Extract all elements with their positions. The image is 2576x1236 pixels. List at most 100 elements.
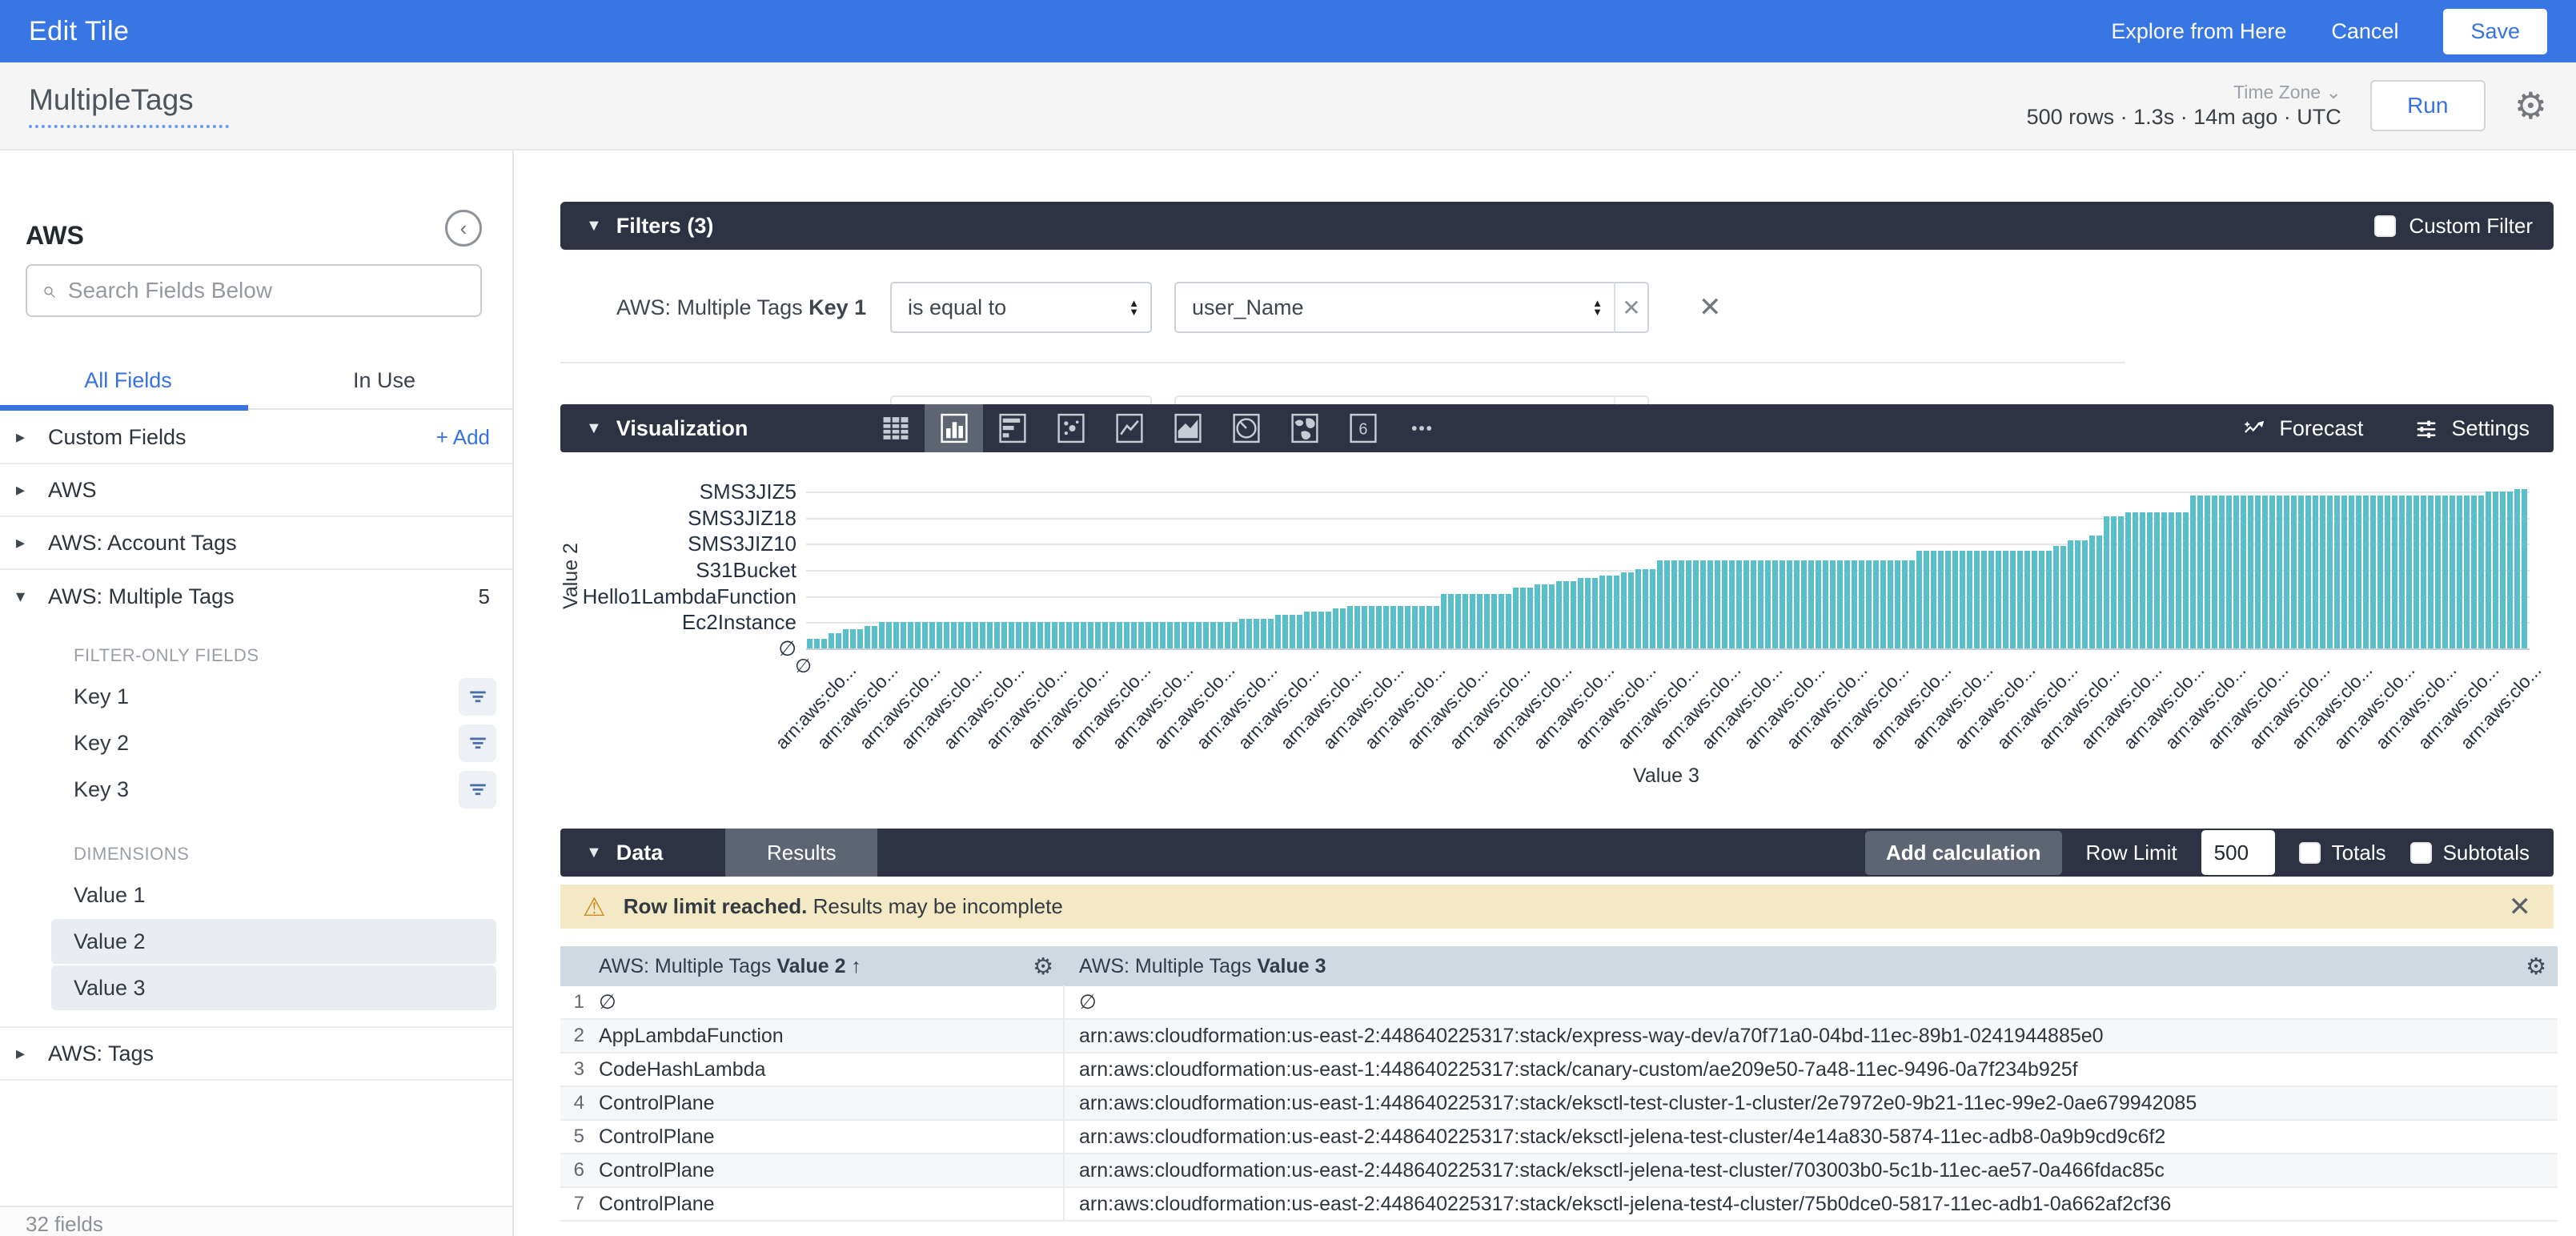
filter-by-field-button[interactable] xyxy=(459,724,496,762)
filters-section-header[interactable]: ▼ Filters (3) Custom Filter xyxy=(560,202,2554,250)
chart-bar xyxy=(2435,496,2441,648)
chart-bar xyxy=(2010,551,2016,648)
chart-bar xyxy=(1909,560,1915,648)
viz-type-table-icon[interactable] xyxy=(866,404,925,452)
column-header-value2[interactable]: AWS: Multiple Tags Value 2 ↑ ⚙ xyxy=(584,953,1065,981)
table-row[interactable]: 4ControlPlanearn:aws:cloudformation:us-e… xyxy=(560,1087,2558,1121)
chart-bar xyxy=(1542,584,1547,648)
run-button[interactable]: Run xyxy=(2370,80,2486,131)
chart-bar xyxy=(1700,560,1706,648)
remove-filter-icon[interactable]: ✕ xyxy=(1699,291,1722,323)
caret-down-icon: ▼ xyxy=(586,419,602,438)
chart-bar xyxy=(1463,594,1468,648)
row-limit-input[interactable] xyxy=(2201,830,2275,875)
settings-button[interactable]: Settings xyxy=(2414,416,2530,441)
sidebar-item-aws-multiple-tags[interactable]: ▾ AWS: Multiple Tags 5 xyxy=(0,570,512,623)
add-custom-field-button[interactable]: + Add xyxy=(436,425,490,450)
data-section-header[interactable]: ▼ Data Results Add calculation Row Limit… xyxy=(560,829,2554,877)
viz-type-pie-icon[interactable] xyxy=(1217,404,1275,452)
sidebar-item-aws-account-tags[interactable]: ▸ AWS: Account Tags xyxy=(0,517,512,570)
gear-icon[interactable]: ⚙ xyxy=(2514,87,2547,124)
chart-bar xyxy=(1304,612,1310,648)
row-limit-label: Row Limit xyxy=(2086,841,2177,865)
chart-bar xyxy=(994,622,1000,648)
chart-bar xyxy=(2413,496,2419,648)
search-input[interactable] xyxy=(68,278,466,303)
table-row[interactable]: 3CodeHashLambdaarn:aws:cloudformation:us… xyxy=(560,1053,2558,1087)
custom-filter-checkbox[interactable] xyxy=(2374,215,2396,237)
filter-by-field-button[interactable] xyxy=(459,771,496,809)
custom-filter-toggle[interactable]: Custom Filter xyxy=(2374,214,2533,239)
chart-bar xyxy=(1131,622,1137,648)
viz-type-more-icon[interactable] xyxy=(1392,404,1451,452)
tab-all-fields[interactable]: All Fields xyxy=(0,357,256,408)
timezone-dropdown[interactable]: Time Zone ⌄ xyxy=(2027,81,2341,104)
chart-bar xyxy=(2125,512,2131,648)
viz-type-area-icon[interactable] xyxy=(1158,404,1217,452)
viz-type-scatter-icon[interactable] xyxy=(1041,404,1100,452)
save-button[interactable]: Save xyxy=(2443,9,2547,54)
chart-bar xyxy=(2385,496,2390,648)
viz-type-map-icon[interactable] xyxy=(1275,404,1334,452)
chart-bar xyxy=(1563,581,1569,648)
chart-bar xyxy=(893,622,899,648)
collapse-sidebar-button[interactable]: ‹ xyxy=(445,210,482,247)
chart-bar xyxy=(2111,516,2117,648)
chart-bar xyxy=(2255,496,2261,648)
dimension-field-value-2[interactable]: Value 2 xyxy=(51,919,496,964)
table-row[interactable]: 5ControlPlanearn:aws:cloudformation:us-e… xyxy=(560,1121,2558,1154)
viz-type-column-icon[interactable] xyxy=(925,404,983,452)
explore-from-here-link[interactable]: Explore from Here xyxy=(2111,19,2286,44)
sidebar-item-aws-tags[interactable]: ▸ AWS: Tags xyxy=(0,1028,512,1081)
filter-by-field-button[interactable] xyxy=(459,678,496,716)
chart-bar xyxy=(1318,612,1324,648)
chart-bar xyxy=(2233,496,2239,648)
explore-main: ▼ Filters (3) Custom Filter AWS: Multipl… xyxy=(514,150,2576,1236)
row-number: 4 xyxy=(560,1092,584,1114)
totals-checkbox[interactable] xyxy=(2299,842,2321,864)
subtotals-checkbox[interactable] xyxy=(2410,842,2432,864)
visualization-section-header[interactable]: ▼ Visualization 6 Forecast xyxy=(560,404,2554,452)
clear-value-icon[interactable]: ✕ xyxy=(1614,282,1649,333)
totals-toggle[interactable]: Totals xyxy=(2299,841,2386,865)
filter-value-select[interactable]: user_Name ▲▼ xyxy=(1174,282,1614,333)
table-row[interactable]: 7ControlPlanearn:aws:cloudformation:us-e… xyxy=(560,1188,2558,1222)
viz-type-line-icon[interactable] xyxy=(1100,404,1158,452)
forecast-button[interactable]: Forecast xyxy=(2242,416,2363,441)
column-header-value3[interactable]: AWS: Multiple Tags Value 3 ⚙ xyxy=(1065,953,2558,981)
chart-bar xyxy=(1535,584,1540,648)
table-row[interactable]: 6ControlPlanearn:aws:cloudformation:us-e… xyxy=(560,1154,2558,1188)
filter-only-field-key-2[interactable]: Key 2 xyxy=(51,720,496,765)
field-search-box[interactable]: ⌕ xyxy=(26,264,482,317)
clear-value-icon[interactable]: ✕ xyxy=(1614,395,1649,404)
filter-operator-select[interactable]: is equal to ▲▼ xyxy=(890,395,1152,404)
sidebar-item-custom-fields[interactable]: ▸ Custom Fields + Add xyxy=(0,411,512,464)
filter-value-select[interactable]: aws_cloudformation_logical_id ▲▼ xyxy=(1174,395,1614,404)
add-calculation-button[interactable]: Add calculation xyxy=(1865,831,2062,875)
subtotals-toggle[interactable]: Subtotals xyxy=(2410,841,2530,865)
chart-bar xyxy=(937,622,942,648)
chart-bar xyxy=(2089,536,2095,648)
viz-type-bar-icon[interactable] xyxy=(983,404,1041,452)
dimension-field-value-3[interactable]: Value 3 xyxy=(51,965,496,1010)
tab-results[interactable]: Results xyxy=(725,829,877,877)
dimension-field-value-1[interactable]: Value 1 xyxy=(51,873,496,917)
dismiss-warning-icon[interactable]: ✕ xyxy=(2509,891,2532,923)
filter-only-field-key-1[interactable]: Key 1 xyxy=(51,674,496,719)
table-row[interactable]: 1∅∅ xyxy=(560,986,2558,1020)
sidebar-item-aws[interactable]: ▸ AWS xyxy=(0,464,512,517)
query-title[interactable]: MultipleTags xyxy=(29,83,229,128)
chart-bar xyxy=(1362,606,1367,648)
chart-bar xyxy=(2291,496,2297,648)
table-row[interactable]: 2AppLambdaFunctionarn:aws:cloudformation… xyxy=(560,1020,2558,1053)
table-header: AWS: Multiple Tags Value 2 ↑ ⚙ AWS: Mult… xyxy=(560,946,2558,986)
chart-bar xyxy=(1023,622,1029,648)
column-gear-icon[interactable]: ⚙ xyxy=(2526,953,2546,981)
viz-type-single-value-icon[interactable]: 6 xyxy=(1334,404,1392,452)
column-gear-icon[interactable]: ⚙ xyxy=(1033,953,1053,981)
filter-operator-select[interactable]: is equal to ▲▼ xyxy=(890,282,1152,333)
tab-in-use[interactable]: In Use xyxy=(256,357,512,408)
cancel-button[interactable]: Cancel xyxy=(2331,19,2398,44)
cell-value3: arn:aws:cloudformation:us-east-1:4486402… xyxy=(1065,1092,2558,1115)
filter-only-field-key-3[interactable]: Key 3 xyxy=(51,767,496,812)
